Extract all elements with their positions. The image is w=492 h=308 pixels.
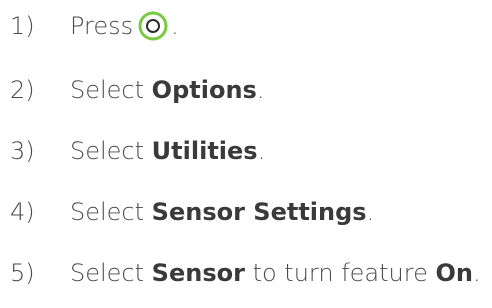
step-5: 5) Select Sensor to turn feature On . <box>10 253 481 293</box>
step-text: Press <box>70 12 134 40</box>
step-text-end: . <box>171 12 179 40</box>
step-text-end: . <box>366 198 375 226</box>
feature-state-label: On <box>435 259 473 287</box>
menu-option-label: Utilities <box>151 137 258 165</box>
menu-option-label: Options <box>151 76 257 104</box>
menu-option-label: Sensor <box>151 259 245 287</box>
step-text: Select <box>70 137 152 165</box>
step-text: Select <box>70 76 152 104</box>
step-number: 2) <box>10 76 35 104</box>
step-number: 4) <box>10 198 35 226</box>
step-text-end: . <box>472 259 481 287</box>
instruction-steps: 1) Press . 2) Select Options . 3) Select… <box>0 0 492 308</box>
step-number: 3) <box>10 137 35 165</box>
step-1: 1) Press . <box>10 6 179 46</box>
step-text-end: . <box>257 137 266 165</box>
step-2: 2) Select Options . <box>10 70 264 110</box>
menu-option-label: Sensor Settings <box>151 198 367 226</box>
step-text-middle: to turn feature <box>244 259 436 287</box>
step-text-end: . <box>256 76 265 104</box>
step-4: 4) Select Sensor Settings . <box>10 192 374 232</box>
step-number: 1) <box>10 12 35 40</box>
step-text: Select <box>70 198 152 226</box>
step-number: 5) <box>10 259 35 287</box>
step-3: 3) Select Utilities . <box>10 131 265 171</box>
step-text: Select <box>70 259 152 287</box>
o-button-icon <box>138 11 168 41</box>
